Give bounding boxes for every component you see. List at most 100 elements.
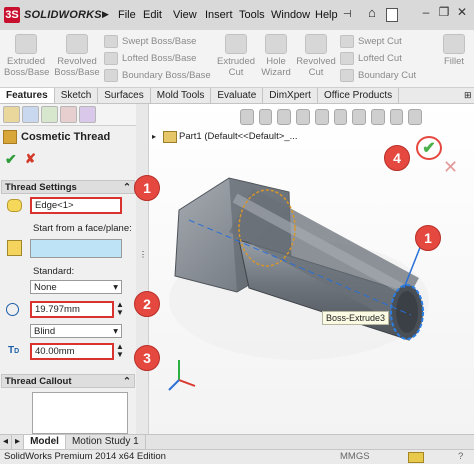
solidworks-logo[interactable]: 3S SOLIDWORKS [4,4,104,26]
help-icon[interactable]: ? [458,450,463,464]
units-indicator[interactable]: MMGS [340,450,370,464]
tab-motion-study-1[interactable]: Motion Study 1 [66,435,146,449]
tree-root-text[interactable]: Part1 (Default<<Default>_... [179,131,298,142]
fillet-button[interactable]: Fillet [438,34,470,67]
lofted-cut-button[interactable]: Lofted Cut [340,52,416,65]
swept-cut-button[interactable]: Swept Cut [340,35,416,48]
thread-callout-header[interactable]: Thread Callout ⌃ [1,374,135,388]
menu-tools[interactable]: Tools [239,9,265,21]
triad-z-axis [168,379,180,391]
triad[interactable] [168,360,196,391]
boundary-boss-button[interactable]: Boundary Boss/Base [104,69,211,82]
status-bar: SolidWorks Premium 2014 x64 Edition MMGS… [0,449,474,464]
logo-menu-arrow-icon[interactable]: ▶ [102,9,109,20]
display-style-icon[interactable] [333,109,348,125]
lofted-boss-button[interactable]: Lofted Boss/Base [104,52,211,65]
menu-help[interactable]: Help [315,9,338,21]
hole-wizard-label: Hole Wizard [261,56,291,78]
tab-model[interactable]: Model [24,435,66,449]
scroll-right-icon[interactable]: ▸ [12,435,25,449]
hide-show-icon[interactable] [352,109,366,125]
depth-spinner[interactable]: ▲ ▼ [116,343,124,359]
tab-mold-tools[interactable]: Mold Tools [151,88,212,103]
revolved-cut-icon [305,34,327,54]
revolved-boss-label: Revolved Boss/Base [54,56,100,78]
edge-selection-icon [7,199,22,212]
zoom-area-icon[interactable] [258,109,273,125]
triad-x-axis [178,379,196,387]
end-condition-select[interactable]: Blind ▾ [30,324,122,338]
start-face-field[interactable] [30,239,122,258]
swept-boss-button[interactable]: Swept Boss/Base [104,35,211,48]
standard-select[interactable]: None ▾ [30,280,122,294]
swept-cut-label: Swept Cut [358,36,402,47]
cancel-x-icon[interactable]: ✘ [25,151,36,167]
tabs-overflow-icon[interactable]: ⊞ [464,90,472,101]
menu-file[interactable]: File [118,9,136,21]
zoom-fit-icon[interactable] [240,109,254,125]
menu-window[interactable]: Window [271,9,310,21]
ok-checkmark-icon[interactable]: ✔ [5,151,17,168]
callout-badge: 1 [415,225,441,251]
splitter-arrow-icon[interactable]: ⋮ [139,250,147,259]
extruded-cut-button[interactable]: Extruded Cut [216,34,256,78]
display-manager-icon[interactable] [79,106,96,123]
depth-field[interactable]: 40.00mm [30,343,114,360]
scroll-left-icon[interactable]: ◂ [0,435,13,449]
command-manager-tabs: Features Sketch Surfaces Mold Tools Eval… [0,88,474,104]
fillet-icon [443,34,465,54]
menu-edit[interactable]: Edit [143,9,162,21]
edit-appearance-icon[interactable] [370,109,385,125]
pin-icon[interactable]: ⊣ [343,9,352,20]
callout-badge: 1 [134,175,160,201]
restore-icon[interactable]: ❐ [436,3,452,21]
tab-evaluate[interactable]: Evaluate [211,88,264,103]
depth-icon: TD [8,345,20,356]
previous-view-icon[interactable] [277,109,292,125]
new-document-icon[interactable] [386,8,398,22]
property-manager-icon[interactable] [22,106,39,123]
tab-dimxpert[interactable]: DimXpert [263,88,318,103]
tree-expand-icon[interactable]: ▸ [152,132,156,141]
revolved-cut-button[interactable]: Revolved Cut [296,34,336,78]
rebuild-icon[interactable] [408,452,424,463]
house-icon[interactable]: ⌂ [368,5,376,20]
collapse-chevron-icon: ⌃ [123,376,131,387]
tab-office-products[interactable]: Office Products [318,88,400,103]
boundary-cut-button[interactable]: Boundary Cut [340,69,416,82]
revolved-boss-button[interactable]: Revolved Boss/Base [54,34,100,78]
feature-tree-icon[interactable] [3,106,20,123]
logo-text: SOLIDWORKS [24,9,102,21]
face-plane-icon [7,240,22,256]
thread-settings-title: Thread Settings [5,182,77,193]
bolt-model[interactable] [149,150,474,434]
close-icon[interactable]: ✕ [454,3,470,21]
swept-boss-icon [104,35,118,48]
panel-splitter[interactable] [136,104,149,434]
configuration-manager-icon[interactable] [41,106,58,123]
boundary-boss-icon [104,69,118,82]
diameter-spinner[interactable]: ▲ ▼ [116,301,124,317]
thread-settings-header[interactable]: Thread Settings ⌃ [1,180,135,194]
hole-wizard-button[interactable]: Hole Wizard [258,34,294,78]
menu-insert[interactable]: Insert [205,9,233,21]
scene-icon[interactable] [389,109,404,125]
bottom-tabs: ◂ ▸ Model Motion Study 1 [0,434,474,449]
thread-callout-text-area[interactable] [32,392,128,434]
collapse-chevron-icon: ⌃ [123,182,131,193]
diameter-field[interactable]: 19.797mm [30,301,114,318]
section-view-icon[interactable] [296,109,310,125]
property-manager-title-text: Cosmetic Thread [21,131,111,143]
tab-features[interactable]: Features [0,88,55,103]
dimxpert-manager-icon[interactable] [60,106,77,123]
minimize-icon[interactable]: – [418,3,434,21]
tab-sketch[interactable]: Sketch [55,88,99,103]
tab-surfaces[interactable]: Surfaces [98,88,151,103]
view-orientation-icon[interactable] [314,109,329,125]
view-settings-icon[interactable] [408,109,423,125]
callout-badge: 2 [134,291,160,317]
extruded-boss-button[interactable]: Extruded Boss/Base [4,34,49,78]
menu-view[interactable]: View [173,9,197,21]
edge-field[interactable]: Edge<1> [30,197,122,214]
extruded-cut-icon [225,34,247,54]
